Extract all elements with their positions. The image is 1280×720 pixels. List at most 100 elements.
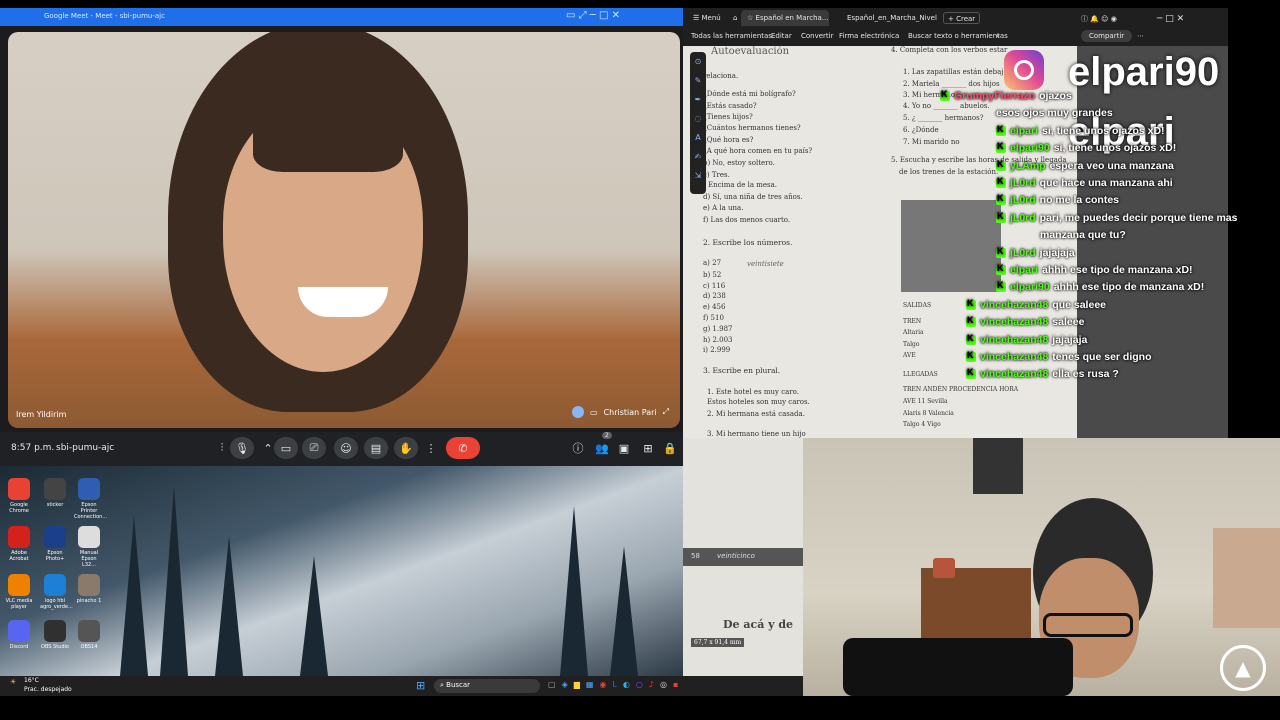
raise-hand-button[interactable]: ✋	[394, 437, 418, 459]
info-icon[interactable]: ⓘ	[566, 437, 590, 459]
edge-icon[interactable]: ◐	[623, 680, 630, 689]
chat-username: GrumpyFierrazo	[954, 90, 1036, 102]
chat-username: vincehazan48	[980, 333, 1049, 346]
desktop-icon[interactable]: OBS Studio	[40, 620, 70, 650]
chat-message: vincehazan48ella es rusa ?	[966, 367, 1119, 381]
desktop-icon[interactable]: VLC media player	[4, 574, 34, 610]
desktop-icon[interactable]: Google Chrome	[4, 478, 34, 514]
desktop-icon[interactable]: Manual Epson L32...	[74, 526, 104, 568]
expand-icon[interactable]: ⤢	[663, 407, 669, 417]
desktop-icon[interactable]: Adobe Acrobat	[4, 526, 34, 562]
app-icon[interactable]: ○	[636, 680, 643, 689]
bottom-bar	[0, 696, 1280, 720]
copilot-icon[interactable]: ◈	[562, 680, 568, 689]
file-explorer-icon[interactable]: ▆	[574, 680, 580, 689]
app-icon	[78, 478, 100, 500]
mic-button[interactable]: 🎙	[230, 437, 254, 459]
chat-text: ahhh ese tipo de manzana xD!	[1053, 281, 1205, 294]
pdf-text-line: 4. Yo no _______ abuelos.	[903, 102, 990, 110]
meeting-code: sbi-pumu-ajc	[56, 443, 115, 453]
desktop-icon-label: Epson Printer Connection...	[74, 502, 108, 520]
end-call-button[interactable]: ✆	[446, 437, 480, 459]
chat-text: que hace una manzana ahi	[1039, 177, 1173, 189]
taskbar-search[interactable]: ⌕ Buscar	[434, 679, 540, 693]
kick-badge-icon	[996, 280, 1006, 293]
captions-button[interactable]: ▤	[364, 437, 388, 459]
tool-sign[interactable]: Firma electrónica	[839, 32, 899, 40]
chat-text: tenes que ser digno	[1052, 351, 1152, 363]
task-view-icon[interactable]: ▢	[548, 680, 556, 689]
pdf-text-line: TREN	[903, 318, 922, 325]
chat-text: si, tiene unos ojazos xD!	[1053, 142, 1177, 155]
desktop-icon[interactable]: Epson Photo+	[40, 526, 70, 562]
store-icon[interactable]: ▦	[586, 680, 594, 689]
kick-badge-icon	[996, 159, 1006, 171]
chat-text: que saleee	[1052, 298, 1106, 311]
title-icons[interactable]: ⓘ 🔔 ☺ ◉	[1075, 10, 1123, 26]
app-icon	[8, 478, 30, 500]
more-icon[interactable]: ⋯	[1137, 32, 1144, 40]
tab-second[interactable]: Español_en_Marcha_Nivel...	[841, 10, 937, 26]
presenter-chip[interactable]: ▭ Christian Pari ⤢	[572, 404, 672, 420]
tool-search[interactable]: Buscar texto o herramientas	[908, 32, 1008, 40]
present-button[interactable]: ⎚	[302, 437, 326, 459]
window-controls-pdf[interactable]: ─ □ ✕	[1151, 10, 1190, 26]
camera-button[interactable]: ▭	[274, 437, 298, 459]
desktop-icon[interactable]: sticker	[40, 478, 70, 508]
desktop-icon-label: OBS14	[80, 644, 98, 650]
chrome-icon[interactable]: ◉	[599, 680, 606, 689]
page-size: 67,7 x 91,4 mm	[691, 638, 745, 647]
pdf-footer-strip: 58 veinticinco	[683, 548, 803, 566]
chat-username: vincehazan48	[980, 351, 1049, 363]
chat-text: ahhh ese tipo de manzana xD!	[1042, 264, 1193, 276]
app-extra-icon[interactable]: ▪	[673, 680, 678, 689]
kick-badge-icon	[966, 298, 976, 310]
desktop-icon[interactable]: Discord	[4, 620, 34, 650]
desktop-icon[interactable]: Epson Printer Connection...	[74, 478, 108, 520]
chat-icon[interactable]: ▣	[612, 437, 636, 459]
pdf-text-line: Autoevaluación	[711, 46, 790, 57]
pdf-text-line: 5. ¿ _______ hermanos?	[903, 114, 984, 122]
desktop-icon[interactable]: logo hbl agro_verde...	[40, 574, 73, 610]
kick-badge-icon	[940, 89, 950, 101]
share-button[interactable]: Compartir	[1081, 30, 1133, 42]
pdf-text-line: ¿Tienes hijos?	[703, 113, 753, 121]
instagram-icon	[1004, 50, 1044, 90]
people-icon[interactable]: 👥	[590, 437, 614, 459]
obs-icon[interactable]: ◎	[660, 680, 667, 689]
chat-username: elpari	[1010, 264, 1039, 276]
desktop-icon-label: Discord	[9, 644, 29, 650]
pdf-text-line: ¿A qué hora comen en tu país?	[703, 147, 813, 155]
tool-convert[interactable]: Convertir	[801, 32, 834, 40]
app-icon	[44, 526, 66, 548]
app-l-icon[interactable]: L	[612, 680, 616, 689]
activities-icon[interactable]: ⊞	[636, 437, 660, 459]
lock-icon[interactable]: 🔒	[658, 437, 682, 459]
chat-text: saleee	[1052, 316, 1085, 329]
emoji-button[interactable]: ☺	[334, 437, 358, 459]
menu-button[interactable]: ☰ Menú	[687, 10, 727, 26]
lower-text: De acá y de	[723, 618, 794, 631]
chat-username: vincehazan48	[980, 316, 1049, 329]
window-controls[interactable]: ▭ ⤢ ─ □ ✕	[566, 10, 620, 21]
meet-controls: 8:57 p.m. sbi-pumu-ajc ⫶ 🎙 ⌃ ▭ ⎚ ☺ ▤ ✋ ⋮…	[0, 432, 683, 466]
desktop-icon[interactable]: pinacho 1	[74, 574, 104, 604]
pdf-viewer-chrome: ☰ Menú ⌂ ☆ Español en Marcha... Español_…	[683, 8, 1228, 46]
participants-count-badge: 2	[602, 432, 612, 439]
tiktok-icon[interactable]: ♪	[649, 680, 654, 689]
tool-all[interactable]: Todas las herramientas	[691, 32, 772, 40]
pdf-text-line: ) Encima de la mesa.	[703, 181, 778, 189]
desktop-icon[interactable]: OBS14	[74, 620, 104, 650]
pdf-text-line: 4. Completa con los verbos estar	[891, 46, 1008, 54]
pdf-text-line: f) 510	[703, 314, 724, 322]
video-tile[interactable]	[8, 32, 680, 428]
more-options-icon[interactable]: ⋮	[422, 437, 440, 459]
start-icon[interactable]: ⊞	[416, 679, 425, 692]
chat-text: manzana que tu?	[1040, 229, 1126, 242]
tab-active[interactable]: ☆ Español en Marcha...	[741, 10, 829, 26]
create-button[interactable]: + Crear	[943, 12, 981, 24]
tool-edit[interactable]: Editar	[771, 32, 792, 40]
search-input[interactable]: Buscar	[446, 681, 470, 689]
pdf-tool-icons[interactable]: ⊙ ✎ ✒ ◌ A ✍ ⇲	[690, 52, 706, 185]
desktop-icon-label: Epson Photo+	[45, 550, 65, 562]
